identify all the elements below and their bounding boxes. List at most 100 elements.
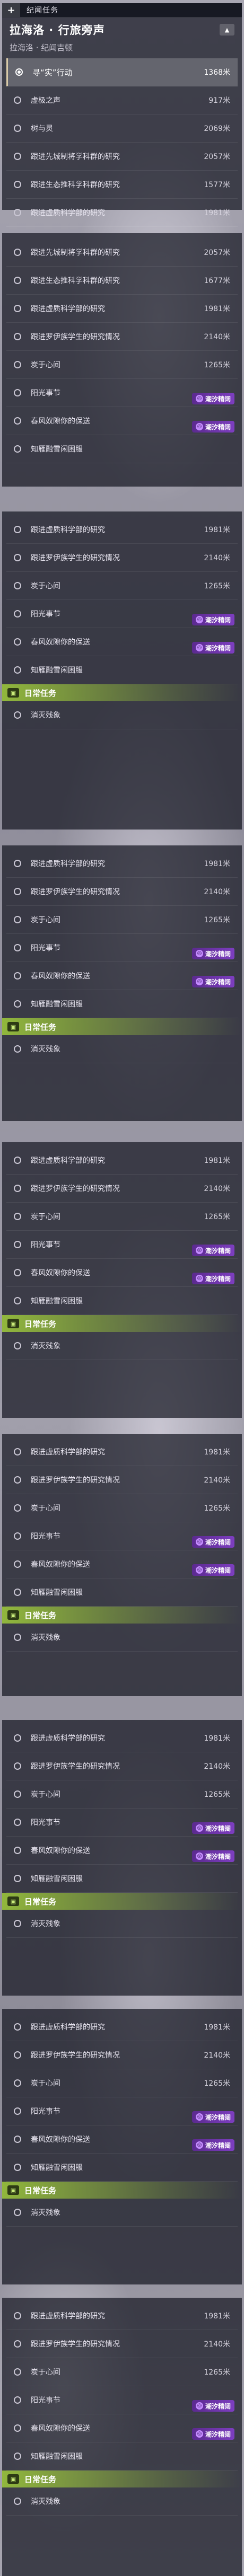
quest-row[interactable]: 炭于心间 1265米	[6, 1203, 238, 1231]
daily-quest-header[interactable]: ▣ 日常任务	[2, 1315, 242, 1332]
quest-row[interactable]: 炭于心间 1265米	[6, 2069, 238, 2097]
quest-radio-icon[interactable]	[14, 526, 21, 533]
quest-row[interactable]: 炭于心间 1265米	[6, 351, 238, 379]
quest-row[interactable]: 跟进先城制将学科群的研究 2057米	[6, 143, 238, 171]
quest-radio-icon[interactable]	[14, 1241, 21, 1248]
quest-row[interactable]: 跟进罗伊族学生的研究情况 2140米	[6, 544, 238, 572]
quest-row[interactable]: 阳光事节 ◎ 潮汐精阔	[6, 600, 238, 628]
quest-row[interactable]: 阳光事节 ◎ 潮汐精阔	[6, 1231, 238, 1259]
quest-row[interactable]: 消灭残象	[6, 2199, 238, 2227]
quest-radio-icon[interactable]	[14, 125, 21, 132]
quest-row[interactable]: 春风奴隙你的保送 ◎ 潮汐精阔	[6, 2414, 238, 2442]
quest-tab[interactable]: + 纪闻任务	[2, 3, 242, 17]
quest-row[interactable]: 阳光事节 ◎ 潮汐精阔	[6, 1522, 238, 1550]
quest-radio-icon[interactable]	[14, 153, 21, 160]
quest-radio-icon[interactable]	[14, 2107, 21, 2115]
quest-row[interactable]: 跟进虚质科学部的研究 1981米	[6, 2302, 238, 2330]
quest-row[interactable]: 春风奴隙你的保送 ◎ 潮汐精阔	[6, 1550, 238, 1578]
quest-row[interactable]: 知雁融雪闲困服	[6, 656, 238, 684]
quest-radio-icon[interactable]	[14, 1847, 21, 1854]
quest-row[interactable]: 春风奴隙你的保送 ◎ 潮汐精阔	[6, 407, 238, 435]
quest-row[interactable]: 知雁融雪闲困服	[6, 2154, 238, 2182]
quest-radio-icon[interactable]	[14, 1297, 21, 1304]
quest-radio-icon[interactable]	[14, 2136, 21, 2143]
quest-row[interactable]: 春风奴隙你的保送 ◎ 潮汐精阔	[6, 2125, 238, 2154]
quest-row[interactable]: 知雁融雪闲困服	[6, 990, 238, 1018]
quest-radio-icon[interactable]	[14, 554, 21, 561]
quest-row[interactable]: 跟进罗伊族学生的研究情况 2140米	[6, 1175, 238, 1203]
quest-row[interactable]: 春风奴隙你的保送 ◎ 潮汐精阔	[6, 962, 238, 990]
quest-radio-icon[interactable]	[14, 666, 21, 674]
quest-row[interactable]: 跟进虚质科学部的研究 1981米	[6, 516, 238, 544]
quest-row[interactable]: 知雁融雪闲困服	[6, 435, 238, 463]
quest-row[interactable]: 跟进虚质科学部的研究 1981米	[6, 295, 238, 323]
quest-row[interactable]: 跟进先城制将学科群的研究 2057米	[6, 239, 238, 267]
quest-row[interactable]: 阳光事节 ◎ 潮汐精阔	[6, 2386, 238, 2414]
quest-row[interactable]: 阳光事节 ◎ 潮汐精阔	[6, 2097, 238, 2125]
quest-radio-icon[interactable]	[14, 445, 21, 453]
quest-row[interactable]: 炭于心间 1265米	[6, 1780, 238, 1809]
quest-row[interactable]: 知雁融雪闲困服	[6, 1865, 238, 1893]
quest-row[interactable]: 跟进虚质科学部的研究 1981米	[6, 850, 238, 878]
quest-radio-icon[interactable]	[14, 333, 21, 340]
quest-row[interactable]: 知雁融雪闲困服	[6, 1578, 238, 1607]
quest-radio-icon[interactable]	[14, 638, 21, 646]
quest-radio-icon[interactable]	[14, 2051, 21, 2059]
quest-radio-icon[interactable]	[14, 96, 21, 104]
daily-quest-header[interactable]: ▣ 日常任务	[2, 2182, 242, 2199]
quest-row[interactable]: 消灭残象	[6, 2487, 238, 2516]
quest-row[interactable]: 知雁融雪闲困服	[6, 2442, 238, 2471]
quest-radio-icon[interactable]	[14, 1532, 21, 1540]
plus-icon[interactable]: +	[2, 3, 20, 17]
quest-radio-icon[interactable]	[14, 582, 21, 589]
quest-radio-icon[interactable]	[14, 1819, 21, 1826]
quest-radio-icon[interactable]	[14, 1920, 21, 1927]
chevron-up-icon[interactable]: ▲	[220, 24, 234, 36]
quest-row[interactable]: 跟进虚质科学部的研究 1981米	[6, 2013, 238, 2041]
daily-quest-header[interactable]: ▣ 日常任务	[2, 2471, 242, 2487]
quest-radio-icon[interactable]	[14, 1476, 21, 1484]
quest-row[interactable]: 跟进罗伊族学生的研究情况 2140米	[6, 1466, 238, 1494]
quest-row[interactable]: 跟进罗伊族学生的研究情况 2140米	[6, 2330, 238, 2358]
quest-radio-icon[interactable]	[14, 1560, 21, 1568]
quest-row[interactable]: 跟进生态推科学科群的研究 1577米	[6, 171, 238, 199]
quest-row[interactable]: 阳光事节 ◎ 潮汐精阔	[6, 1809, 238, 1837]
quest-row[interactable]: 跟进生态推科学科群的研究 1677米	[6, 267, 238, 295]
quest-row[interactable]: 知雁融雪闲困服	[6, 1287, 238, 1315]
quest-radio-icon[interactable]	[14, 2340, 21, 2348]
quest-row[interactable]: 消灭残象	[6, 1035, 238, 1063]
quest-radio-icon[interactable]	[14, 2079, 21, 2087]
quest-radio-icon[interactable]	[14, 181, 21, 188]
quest-radio-icon[interactable]	[14, 1269, 21, 1276]
quest-radio-icon[interactable]	[14, 1589, 21, 1596]
quest-radio-icon[interactable]	[14, 2312, 21, 2319]
quest-row[interactable]: 消灭残象	[6, 701, 238, 729]
quest-radio-icon[interactable]	[14, 1157, 21, 1164]
quest-radio-icon[interactable]	[14, 1504, 21, 1512]
quest-radio-icon[interactable]	[14, 1000, 21, 1008]
quest-row[interactable]: 跟进罗伊族学生的研究情况 2140米	[6, 323, 238, 351]
quest-radio-icon[interactable]	[14, 711, 21, 719]
quest-row[interactable]: 春风奴隙你的保送 ◎ 潮汐精阔	[6, 1837, 238, 1865]
quest-row[interactable]: 跟进虚质科学部的研究 1981米	[6, 199, 238, 227]
quest-radio-icon[interactable]	[14, 1185, 21, 1192]
daily-quest-header[interactable]: ▣ 日常任务	[2, 684, 242, 701]
quest-radio-icon[interactable]	[14, 389, 21, 396]
quest-row[interactable]: 阳光事节 ◎ 潮汐精阔	[6, 934, 238, 962]
quest-radio-icon[interactable]	[14, 1875, 21, 1882]
quest-row[interactable]: 寻“实”行动 1368米	[6, 58, 238, 86]
quest-radio-icon[interactable]	[14, 916, 21, 923]
quest-radio-icon[interactable]	[14, 2424, 21, 2432]
quest-radio-icon[interactable]	[14, 2023, 21, 2031]
quest-row[interactable]: 跟进罗伊族学生的研究情况 2140米	[6, 2041, 238, 2069]
quest-row[interactable]: 炭于心间 1265米	[6, 2358, 238, 2386]
quest-row[interactable]: 消灭残象	[6, 1910, 238, 1938]
quest-radio-icon[interactable]	[14, 2368, 21, 2376]
quest-row[interactable]: 炭于心间 1265米	[6, 1494, 238, 1522]
quest-radio-icon[interactable]	[14, 944, 21, 951]
quest-radio-icon[interactable]	[14, 888, 21, 895]
quest-radio-icon[interactable]	[14, 1448, 21, 1455]
quest-radio-icon[interactable]	[14, 610, 21, 617]
daily-quest-header[interactable]: ▣ 日常任务	[2, 1607, 242, 1624]
quest-radio-icon[interactable]	[14, 249, 21, 256]
